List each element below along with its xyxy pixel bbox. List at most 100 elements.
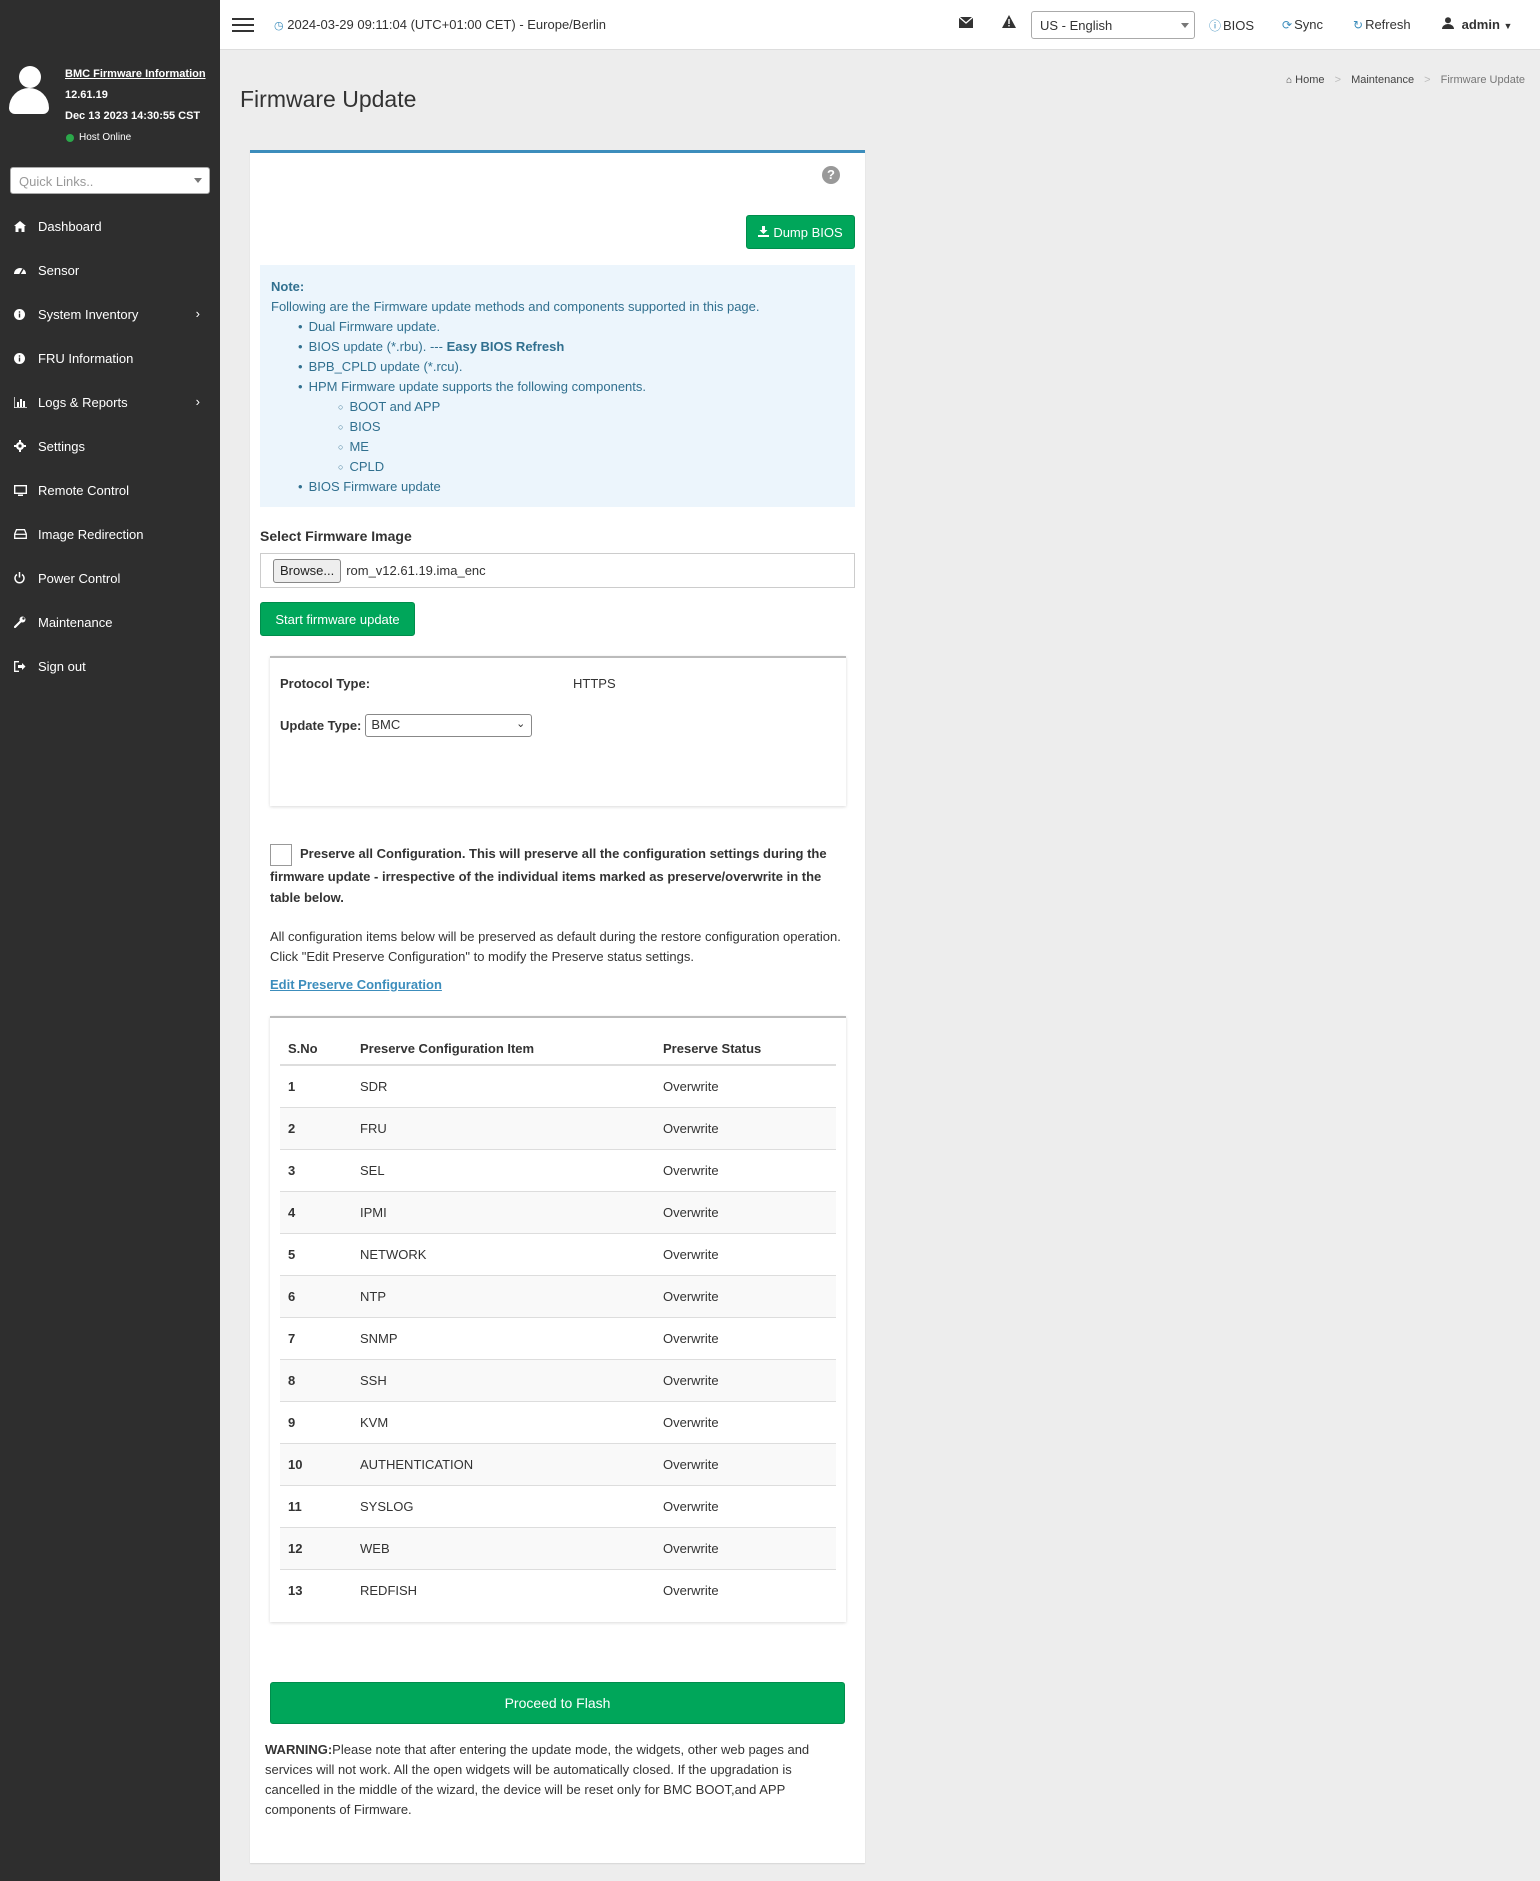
- clock-icon: ◷: [274, 20, 284, 32]
- browse-button[interactable]: Browse...: [273, 558, 342, 583]
- table-cell-item: REDFISH: [352, 1568, 655, 1611]
- dropdown-caret-icon: [194, 178, 202, 183]
- language-select[interactable]: US - English: [1031, 11, 1195, 39]
- note-item: Dual Firmware update.: [298, 317, 844, 337]
- sidebar-item-logs-reports[interactable]: Logs & Reports ›: [0, 380, 220, 424]
- sidebar-item-label: Sensor: [38, 262, 80, 278]
- easy-bios-refresh: Easy BIOS Refresh: [446, 339, 565, 354]
- home-icon: [14, 220, 38, 232]
- table-row: 5 NETWORK Overwrite: [280, 1232, 836, 1275]
- dump-bios-button[interactable]: Dump BIOS: [746, 215, 855, 249]
- table-cell-status: Overwrite: [655, 1190, 836, 1233]
- table-cell-item: SYSLOG: [352, 1484, 655, 1527]
- sync-icon: ⟳: [1282, 18, 1293, 32]
- top-header: ◷ 2024-03-29 09:11:04 (UTC+01:00 CET) - …: [220, 0, 1540, 50]
- start-firmware-update-button[interactable]: Start firmware update: [260, 602, 415, 636]
- sidebar-item-dashboard[interactable]: Dashboard: [0, 204, 220, 248]
- sidebar-item-power-control[interactable]: Power Control: [0, 556, 220, 600]
- sidebar-item-image-redirection[interactable]: Image Redirection: [0, 512, 220, 556]
- refresh-label: Refresh: [1365, 17, 1411, 32]
- breadcrumb-maintenance[interactable]: Maintenance: [1351, 74, 1414, 86]
- preserve-all-row: Preserve all Configuration. This will pr…: [270, 843, 850, 908]
- note-panel: Note: Following are the Firmware update …: [260, 265, 855, 507]
- table-cell-sno: 5: [280, 1232, 352, 1275]
- proceed-to-flash-button[interactable]: Proceed to Flash: [270, 1682, 845, 1724]
- refresh-button[interactable]: ↻ Refresh: [1353, 17, 1411, 32]
- sidebar-item-remote-control[interactable]: Remote Control: [0, 468, 220, 512]
- table-cell-status: Overwrite: [655, 1064, 836, 1107]
- table-cell-sno: 2: [280, 1106, 352, 1149]
- envelope-icon[interactable]: [958, 15, 974, 32]
- table-row: 8 SSH Overwrite: [280, 1358, 836, 1401]
- table-cell-sno: 9: [280, 1400, 352, 1443]
- column-header-item: Preserve Configuration Item: [352, 1033, 655, 1066]
- power-icon: [14, 572, 38, 584]
- bios-button[interactable]: ⓘ BIOS: [1209, 17, 1254, 34]
- breadcrumb-separator: >: [1424, 74, 1431, 86]
- monitor-icon: [14, 484, 38, 496]
- sidebar-item-settings[interactable]: Settings: [0, 424, 220, 468]
- info-icon: ⓘ: [1209, 19, 1222, 33]
- preserve-table-panel: S.No Preserve Configuration Item Preserv…: [270, 1016, 846, 1622]
- note-intro: Following are the Firmware update method…: [271, 299, 760, 314]
- sidebar-item-fru-information[interactable]: FRU Information: [0, 336, 220, 380]
- quick-links-select[interactable]: Quick Links..: [10, 167, 210, 194]
- update-type-select[interactable]: BMC ⌄: [365, 714, 533, 737]
- table-row: 9 KVM Overwrite: [280, 1400, 836, 1443]
- table-row: 2 FRU Overwrite: [280, 1106, 836, 1149]
- sidebar-item-label: Remote Control: [38, 482, 130, 498]
- update-type-value: BMC: [371, 717, 401, 732]
- breadcrumb-home[interactable]: Home: [1295, 74, 1324, 86]
- table-cell-status: Overwrite: [655, 1442, 836, 1485]
- table-cell-sno: 8: [280, 1358, 352, 1401]
- preserve-all-checkbox[interactable]: [270, 843, 292, 866]
- table-row: 10 AUTHENTICATION Overwrite: [280, 1442, 836, 1485]
- sidebar-item-label: System Inventory: [38, 306, 139, 322]
- sidebar-item-system-inventory[interactable]: System Inventory ›: [0, 292, 220, 336]
- table-body: 1 SDR Overwrite 2 FRU Overwrite 3 SEL Overwrite 4…: [280, 1064, 836, 1611]
- hamburger-menu-icon[interactable]: [232, 18, 254, 32]
- table-cell-sno: 1: [280, 1064, 352, 1107]
- warning-label: WARNING:: [265, 1742, 333, 1757]
- sidebar: BMC Firmware Information 12.61.19 Dec 13…: [0, 0, 220, 1881]
- sign-out-icon: [14, 660, 38, 672]
- sidebar-item-label: Power Control: [38, 570, 121, 586]
- help-icon[interactable]: ?: [822, 166, 840, 184]
- breadcrumb-current: Firmware Update: [1440, 74, 1525, 86]
- user-icon: [1442, 17, 1458, 32]
- dashboard-gauge-icon: [14, 265, 38, 275]
- table-cell-sno: 7: [280, 1316, 352, 1359]
- table-cell-item: NTP: [352, 1274, 655, 1317]
- firmware-file-input[interactable]: Browse... rom_v12.61.19.ima_enc: [260, 553, 855, 588]
- table-cell-item: SSH: [352, 1358, 655, 1401]
- chevron-down-icon: ⌄: [516, 718, 526, 730]
- status-dot-icon: [66, 133, 74, 142]
- note-item: BIOS Firmware update: [298, 477, 844, 497]
- sidebar-item-label: Settings: [38, 438, 85, 454]
- warning-icon[interactable]: [1002, 15, 1016, 32]
- bios-label: BIOS: [1223, 18, 1255, 33]
- sidebar-item-maintenance[interactable]: Maintenance: [0, 600, 220, 644]
- home-icon: ⌂: [1286, 75, 1293, 86]
- edit-preserve-configuration-link[interactable]: Edit Preserve Configuration: [270, 977, 442, 992]
- bmc-firmware-info-link[interactable]: BMC Firmware Information: [65, 64, 206, 85]
- table-cell-item: KVM: [352, 1400, 655, 1443]
- table-cell-sno: 3: [280, 1148, 352, 1191]
- hpm-component-item: BOOT and APP: [338, 397, 844, 417]
- user-avatar-icon: [9, 66, 49, 114]
- update-type-row: Update Type: BMC ⌄: [280, 714, 533, 737]
- hpm-component-item: BIOS: [338, 417, 844, 437]
- table-cell-status: Overwrite: [655, 1316, 836, 1359]
- note-title: Note:: [271, 279, 305, 294]
- firmware-info: BMC Firmware Information 12.61.19 Dec 13…: [65, 64, 206, 148]
- table-cell-sno: 13: [280, 1568, 352, 1611]
- user-menu-button[interactable]: admin ▼: [1442, 17, 1512, 32]
- sidebar-nav: Dashboard Sensor System Inventory › FRU …: [0, 204, 220, 688]
- sync-button[interactable]: ⟳ Sync: [1282, 17, 1323, 32]
- table-cell-sno: 6: [280, 1274, 352, 1317]
- download-icon: [758, 225, 770, 240]
- sidebar-item-sensor[interactable]: Sensor: [0, 248, 220, 292]
- sidebar-item-sign-out[interactable]: Sign out: [0, 644, 220, 688]
- firmware-version: 12.61.19: [65, 89, 108, 101]
- table-cell-status: Overwrite: [655, 1358, 836, 1401]
